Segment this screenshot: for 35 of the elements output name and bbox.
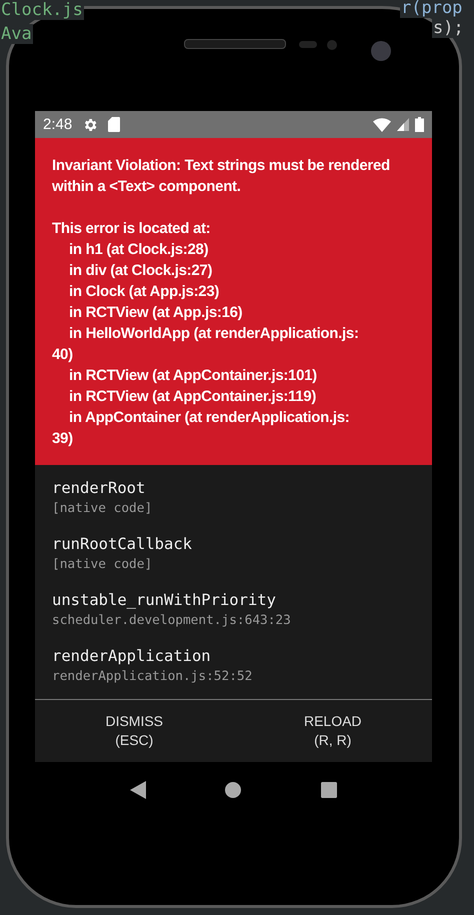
reload-button[interactable]: RELOAD (R, R): [234, 700, 432, 762]
home-icon[interactable]: [225, 782, 242, 798]
camera-lens: [371, 41, 391, 61]
stack-function[interactable]: renderApplication: [52, 645, 211, 667]
back-icon[interactable]: [130, 780, 146, 798]
error-message: Invariant Violation: Text strings must be rendered within a <Text> component.: [52, 156, 391, 197]
code-text: Ava: [0, 24, 33, 44]
dismiss-button[interactable]: DISMISS (ESC): [35, 700, 234, 762]
stack-location: scheduler.development.js:643:23: [52, 612, 291, 630]
stack-function[interactable]: runRootCallback: [52, 533, 192, 555]
battery-icon: [415, 117, 424, 132]
component-stack-line: in div (at Clock.js:27): [68, 261, 214, 281]
stack-function[interactable]: renderRoot: [52, 477, 146, 499]
recents-icon[interactable]: [321, 782, 338, 798]
sensor-icon: [299, 41, 317, 48]
component-stack-line: in h1 (at Clock.js:28): [68, 240, 210, 260]
code-text: Clock.js: [0, 0, 84, 20]
stack-location: renderApplication.js:52:52: [52, 668, 252, 686]
settings-icon: [82, 116, 98, 132]
component-stack-line: in RCTView (at AppContainer.js:101): [68, 366, 318, 386]
sd-card-icon: [108, 117, 120, 132]
stack-location: [native code]: [52, 500, 152, 518]
stack-function[interactable]: unstable_runWithPriority: [52, 589, 276, 611]
wifi-icon: [373, 118, 391, 132]
sensor-dot: [327, 40, 337, 50]
component-stack-line: in HelloWorldApp (at renderApplication.js: 40): [52, 324, 360, 365]
component-stack-line: in AppContainer (at renderApplication.js: 39): [52, 408, 350, 449]
stack-location: [native code]: [52, 556, 152, 574]
component-stack-line: in Clock (at App.js:23): [68, 282, 220, 302]
code-text: r(prop: [400, 0, 464, 18]
signal-icon: [397, 118, 409, 131]
component-stack-line: in RCTView (at AppContainer.js:119): [68, 387, 318, 407]
status-time: 2:48: [43, 116, 72, 133]
component-stack-line: in RCTView (at App.js:16): [68, 303, 244, 323]
error-location-heading: This error is located at:: [52, 219, 212, 239]
